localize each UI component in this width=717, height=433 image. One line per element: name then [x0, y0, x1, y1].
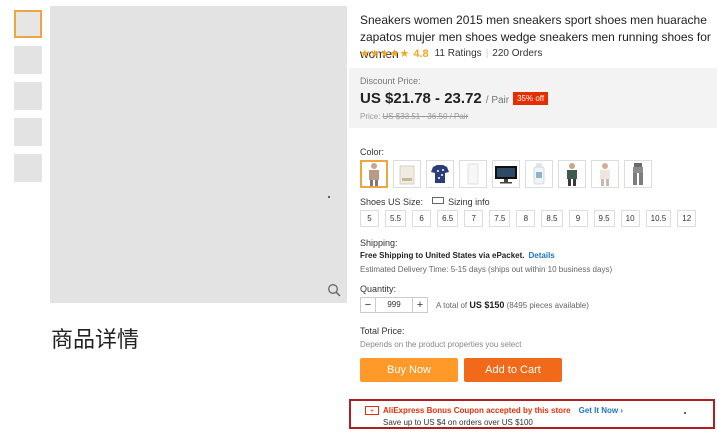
color-swatch-8[interactable]: [591, 160, 619, 188]
white-item-icon: [467, 163, 479, 185]
color-swatches: [360, 160, 657, 188]
coupon-subtitle: Save up to US $4 on orders over US $100: [383, 418, 533, 427]
size-option[interactable]: 12: [677, 210, 697, 227]
color-swatch-7[interactable]: [558, 160, 586, 188]
quantity-label: Quantity:: [360, 284, 397, 294]
rating-row: ★★★★★ 4.8 11 Ratings | 220 Orders: [360, 47, 543, 61]
size-option[interactable]: 6.5: [437, 210, 459, 227]
color-swatch-1[interactable]: [360, 160, 388, 188]
size-option[interactable]: 5: [360, 210, 379, 227]
quantity-decrease-button[interactable]: −: [361, 298, 375, 312]
thumbnail-strip: [14, 10, 44, 190]
original-price-label: Price:: [360, 112, 381, 121]
man-jacket-icon: [567, 163, 577, 186]
original-price-value: US $33.51 - 36.50 / Pair: [382, 112, 469, 121]
quantity-input[interactable]: 999: [375, 298, 413, 312]
add-to-cart-button[interactable]: Add to Cart: [464, 358, 562, 382]
size-option[interactable]: 8: [516, 210, 536, 227]
rating-value: 4.8: [413, 47, 429, 60]
delivery-estimate: Estimated Delivery Time: 5-15 days (ship…: [360, 265, 613, 274]
monitor-icon: [495, 166, 517, 184]
buy-now-button[interactable]: Buy Now: [360, 358, 458, 382]
bottle-icon: [533, 163, 545, 185]
shipping-label: Shipping:: [360, 238, 398, 248]
thumbnail-4[interactable]: [14, 118, 42, 146]
size-option[interactable]: 8.5: [541, 210, 563, 227]
size-option[interactable]: 7.5: [489, 210, 511, 227]
size-option[interactable]: 6: [412, 210, 432, 227]
discount-price-label: Discount Price:: [360, 76, 421, 86]
size-option[interactable]: 10: [620, 210, 640, 227]
get-coupon-link[interactable]: Get It Now ›: [579, 406, 623, 415]
coupon-icon: +: [365, 406, 379, 415]
man-shirt-icon: [369, 163, 379, 186]
original-price: Price: US $33.51 - 36.50 / Pair: [360, 112, 468, 121]
size-options: 5 5.5 6 6.5 7 7.5 8 8.5 9 9.5 10 10.5 12: [360, 210, 702, 227]
price-unit: / Pair: [485, 95, 510, 106]
thumbnail-1[interactable]: [14, 10, 42, 38]
color-label: Color:: [360, 147, 385, 157]
color-swatch-4[interactable]: [459, 160, 487, 188]
total-price-label: Total Price:: [360, 326, 405, 336]
size-label: Shoes US Size:: [360, 197, 424, 207]
star-rating-icon: ★★★★★: [360, 48, 410, 60]
price-value: US $21.78 - 23.72: [360, 90, 482, 107]
product-detail-heading: 商品详情: [51, 328, 140, 353]
quantity-increase-button[interactable]: +: [413, 298, 427, 312]
color-swatch-3[interactable]: [426, 160, 454, 188]
pieces-available: (8495 pieces available): [506, 301, 589, 310]
size-option[interactable]: 5.5: [385, 210, 407, 227]
sizing-info-link[interactable]: Sizing info: [448, 197, 490, 207]
quantity-row: − 999 + A total of US $150 (8495 pieces …: [360, 297, 589, 313]
color-swatch-6[interactable]: [525, 160, 553, 188]
shipping-method: Free Shipping to United States via ePack…: [360, 251, 555, 260]
total-price-hint: Depends on the product properties you se…: [360, 340, 522, 349]
orders-count: 220 Orders: [492, 48, 543, 59]
total-prefix: A total of: [436, 301, 468, 310]
bonus-coupon-box: + AliExpress Bonus Coupon accepted by th…: [349, 399, 715, 429]
main-product-image[interactable]: [50, 6, 347, 303]
ruler-icon: [431, 197, 444, 204]
discount-badge: 35% off: [513, 92, 549, 105]
patterned-shirt-icon: [431, 165, 449, 183]
size-option[interactable]: 10.5: [645, 210, 672, 227]
thumbnail-5[interactable]: [14, 154, 42, 182]
shoe-box-icon: [399, 165, 415, 185]
color-swatch-9[interactable]: [624, 160, 652, 188]
color-swatch-2[interactable]: [393, 160, 421, 188]
thumbnail-2[interactable]: [14, 46, 42, 74]
separator: |: [485, 48, 489, 59]
coupon-title-row: AliExpress Bonus Coupon accepted by this…: [383, 406, 623, 415]
product-info-panel: Sneakers women 2015 men sneakers sport s…: [349, 0, 717, 433]
size-label-row: Shoes US Size: Sizing info: [360, 197, 490, 207]
free-shipping-text: Free Shipping to United States via ePack…: [360, 251, 525, 260]
image-dot: [328, 196, 330, 198]
color-swatch-5[interactable]: [492, 160, 520, 188]
zoom-icon[interactable]: [327, 283, 341, 297]
shipping-details-link[interactable]: Details: [529, 251, 555, 260]
size-option[interactable]: 9: [568, 210, 588, 227]
total-value: US $150: [469, 300, 505, 310]
coupon-dot: [684, 412, 686, 414]
size-option[interactable]: 7: [464, 210, 484, 227]
man-jeans-icon: [633, 163, 643, 185]
thumbnail-3[interactable]: [14, 82, 42, 110]
size-option[interactable]: 9.5: [593, 210, 615, 227]
quantity-total: A total of US $150 (8495 pieces availabl…: [436, 300, 589, 310]
man-pants-icon: [600, 163, 610, 186]
quantity-stepper: − 999 +: [360, 297, 428, 313]
coupon-title: AliExpress Bonus Coupon accepted by this…: [383, 406, 571, 415]
discount-price: US $21.78 - 23.72/ Pair 35% off: [360, 90, 549, 107]
ratings-count[interactable]: 11 Ratings: [435, 48, 482, 59]
price-box: Discount Price: US $21.78 - 23.72/ Pair 3…: [349, 68, 717, 128]
